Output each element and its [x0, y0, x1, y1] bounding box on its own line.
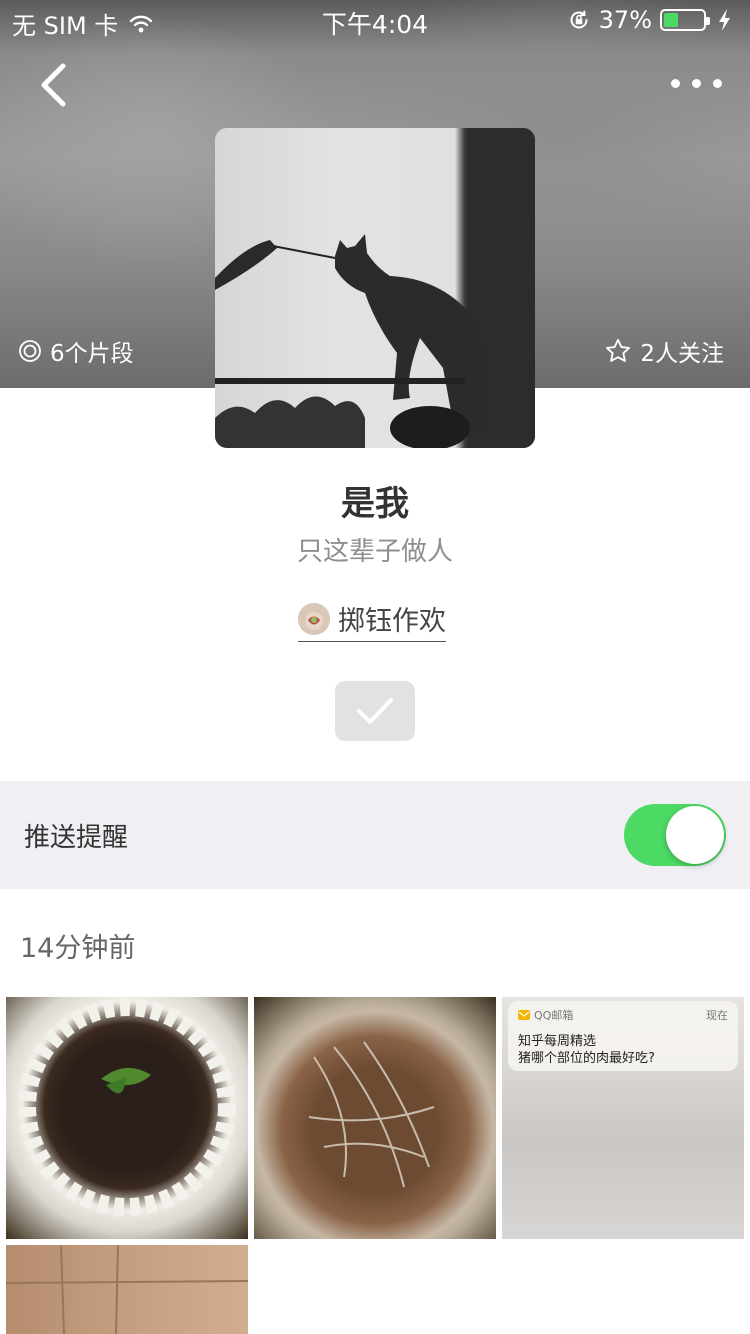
star-icon [606, 338, 631, 362]
notification-banner: QQ邮箱 现在 知乎每周精选 猪哪个部位的肉最好吃? [508, 1001, 738, 1071]
charging-bolt-icon [719, 9, 730, 31]
push-reminder-toggle[interactable] [624, 804, 726, 866]
author-link[interactable]: 掷钰作欢 [298, 598, 446, 642]
more-dot [691, 78, 701, 88]
follow-button[interactable] [335, 681, 415, 741]
avatar-image [298, 602, 330, 635]
collection-title: 是我 [341, 484, 409, 524]
back-button[interactable] [30, 60, 80, 110]
battery-icon [660, 9, 710, 31]
more-button[interactable] [666, 68, 726, 98]
target-icon [19, 340, 41, 362]
cover-image [215, 128, 535, 448]
notification-line-2: 猪哪个部位的肉最好吃? [518, 1051, 655, 1066]
notification-line-1: 知乎每周精选 [518, 1034, 597, 1049]
collection-subtitle: 只这辈子做人 [296, 537, 453, 567]
screenshot-tile[interactable]: QQ邮箱 现在 知乎每周精选 猪哪个部位的肉最好吃? [502, 997, 744, 1239]
author-name: 掷钰作欢 [338, 606, 446, 637]
notification-app: QQ邮箱 [534, 1009, 574, 1022]
boxes-photo [6, 1245, 248, 1334]
segments-label: 6个片段 [50, 341, 134, 367]
bowl-photo [308, 1041, 435, 1188]
notification-time: 现在 [706, 1009, 728, 1022]
rotation-lock-icon [570, 10, 588, 29]
battery-percent: 37% [598, 6, 652, 34]
chevron-left-icon [41, 63, 66, 107]
toggle-knob [666, 806, 724, 864]
photo-tile[interactable] [6, 997, 248, 1239]
followers-label: 2人关注 [640, 341, 724, 367]
followers-count[interactable]: 2人关注 [604, 334, 724, 368]
mail-icon [518, 1010, 530, 1020]
photo-tile[interactable] [6, 1245, 248, 1334]
checkmark-icon [357, 698, 393, 724]
cat-silhouette-image [215, 128, 535, 448]
push-reminder-label: 推送提醒 [24, 823, 129, 853]
feed-time-label: 14分钟前 [20, 933, 136, 964]
status-bar: 无 SIM 卡 下午4:04 37% [0, 0, 750, 40]
more-dot [712, 78, 722, 88]
avatar [298, 602, 330, 635]
segments-count: 6个片段 [18, 334, 134, 368]
more-horizontal-icon [670, 78, 680, 88]
battery-fill [664, 13, 679, 27]
cake-photo [18, 998, 236, 1216]
photo-tile[interactable] [254, 997, 496, 1239]
